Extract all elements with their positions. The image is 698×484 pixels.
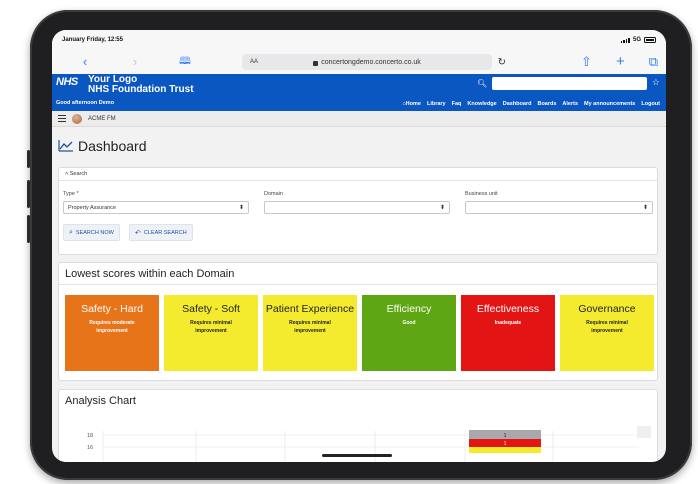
- score-tiles: Safety - Hard Requires moderate improvem…: [65, 295, 654, 371]
- chevron-updown-icon: ⬍: [642, 205, 648, 211]
- bar-data-label: 1: [504, 441, 507, 447]
- chart-menu-button[interactable]: [637, 426, 651, 438]
- type-select-value: Property Assurance: [68, 205, 116, 211]
- tile-governance[interactable]: Governance Requires minimal improvement: [560, 295, 654, 371]
- undo-icon: ↶: [135, 229, 141, 237]
- type-label: Type *: [63, 191, 79, 197]
- chevron-updown-icon: ⬍: [439, 205, 445, 211]
- tile-safety-soft[interactable]: Safety - Soft Requires minimal improveme…: [164, 295, 258, 371]
- analysis-chart-title: Analysis Chart: [65, 395, 136, 407]
- search-now-button[interactable]: ⌕ SEARCH NOW: [63, 224, 120, 241]
- stacked-bar-segment: [469, 447, 541, 453]
- y-tick-label: 16: [87, 445, 93, 451]
- tile-efficiency[interactable]: Efficiency Good: [362, 295, 456, 371]
- search-icon: ⌕: [69, 228, 73, 236]
- tile-patient-experience[interactable]: Patient Experience Requires minimal impr…: [263, 295, 357, 371]
- domain-select[interactable]: ⬍: [264, 201, 450, 214]
- analysis-chart-panel: Analysis Chart 18 16 1 1: [58, 389, 658, 462]
- tile-effectiveness[interactable]: Effectiveness Inadequate: [461, 295, 555, 371]
- bar-data-label: 1: [504, 433, 507, 439]
- domain-label: Domain: [264, 191, 283, 197]
- tile-safety-hard[interactable]: Safety - Hard Requires moderate improvem…: [65, 295, 159, 371]
- page-title: Dashboard: [58, 138, 147, 154]
- content-area: Dashboard ˄ Search Type * Property Assur…: [52, 30, 666, 462]
- lowest-scores-title: Lowest scores within each Domain: [59, 263, 657, 285]
- search-panel: ˄ Search Type * Property Assurance ⬍ Dom…: [58, 167, 658, 255]
- home-indicator: [322, 454, 392, 457]
- chevron-updown-icon: ⬍: [238, 205, 244, 211]
- lowest-scores-panel: Lowest scores within each Domain Safety …: [58, 262, 658, 381]
- chevron-up-icon: ˄: [65, 171, 69, 177]
- page-title-text: Dashboard: [78, 138, 147, 154]
- type-select[interactable]: Property Assurance ⬍: [63, 201, 249, 214]
- chart-line-icon: [58, 140, 73, 152]
- search-toggle[interactable]: ˄ Search: [59, 168, 657, 181]
- search-toggle-label: Search: [69, 171, 88, 177]
- business-unit-select[interactable]: ⬍: [465, 201, 653, 214]
- y-tick-label: 18: [87, 433, 93, 439]
- business-unit-label: Business unit: [465, 191, 498, 197]
- clear-search-button[interactable]: ↶ CLEAR SEARCH: [129, 224, 193, 241]
